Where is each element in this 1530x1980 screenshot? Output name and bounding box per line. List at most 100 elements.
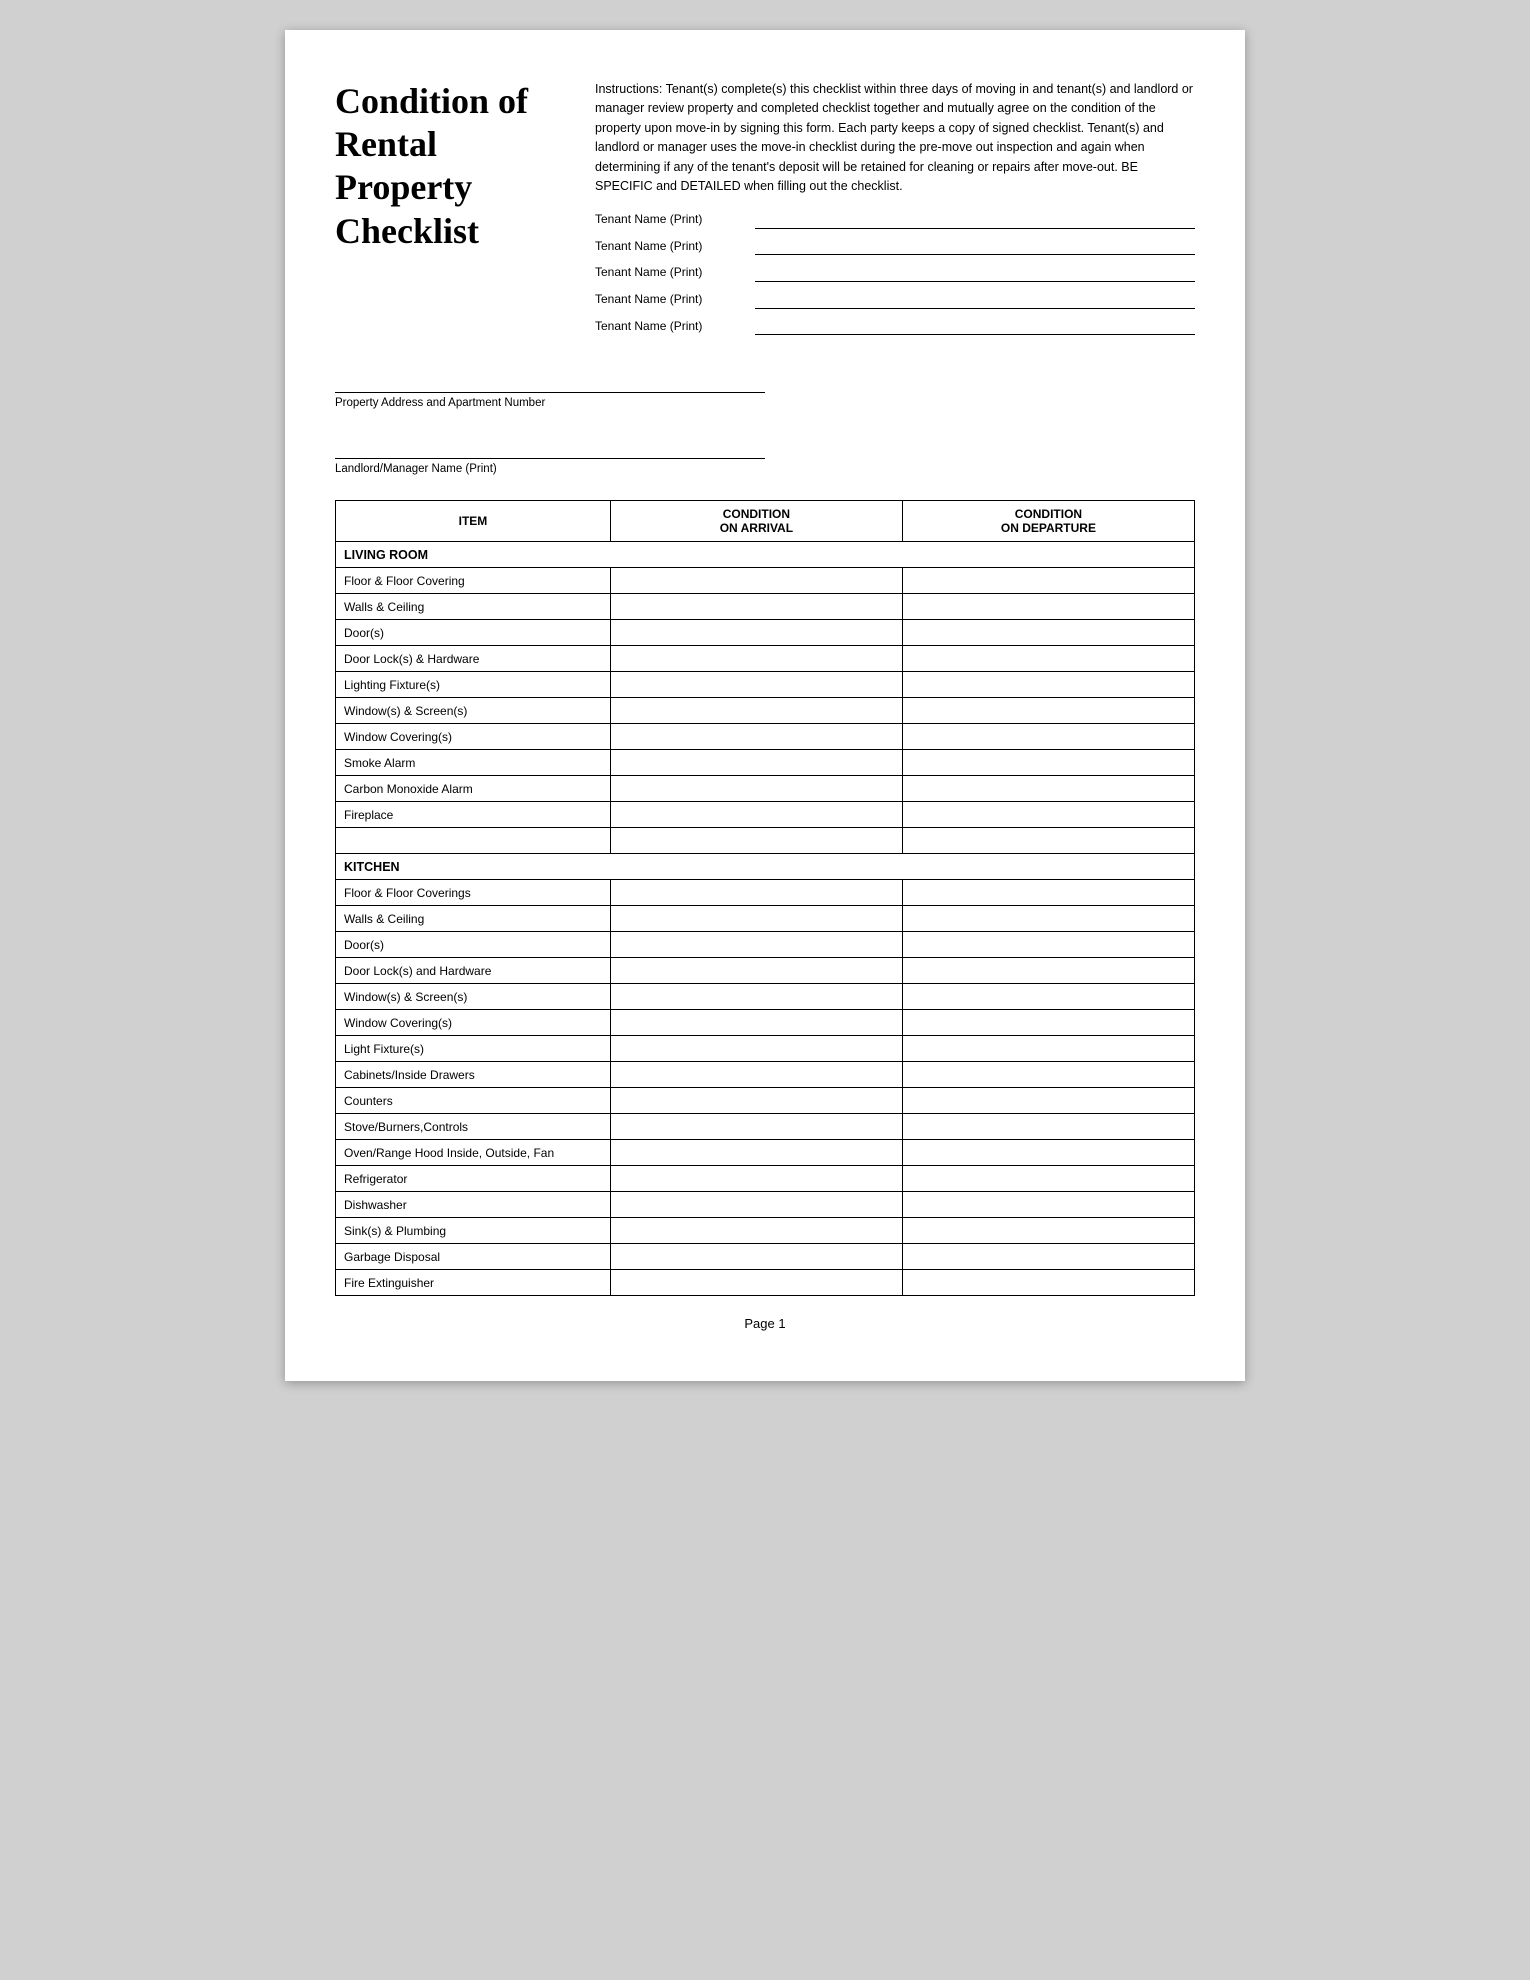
- arrival-cell[interactable]: [610, 698, 902, 724]
- departure-cell[interactable]: [902, 802, 1194, 828]
- departure-cell[interactable]: [902, 1244, 1194, 1270]
- table-row: Door Lock(s) & Hardware: [336, 646, 1195, 672]
- departure-cell[interactable]: [902, 1218, 1194, 1244]
- arrival-cell[interactable]: [610, 1036, 902, 1062]
- table-header-row: ITEM CONDITIONON ARRIVAL CONDITIONON DEP…: [336, 501, 1195, 542]
- departure-cell[interactable]: [902, 828, 1194, 854]
- item-cell: Cabinets/Inside Drawers: [336, 1062, 611, 1088]
- address-input-line[interactable]: [335, 373, 765, 393]
- table-row: Cabinets/Inside Drawers: [336, 1062, 1195, 1088]
- departure-cell[interactable]: [902, 1010, 1194, 1036]
- tenant-line-2[interactable]: [755, 239, 1195, 255]
- arrival-cell[interactable]: [610, 594, 902, 620]
- item-cell: Walls & Ceiling: [336, 906, 611, 932]
- table-row: Sink(s) & Plumbing: [336, 1218, 1195, 1244]
- tenant-line-1[interactable]: [755, 213, 1195, 229]
- checklist-table: ITEM CONDITIONON ARRIVAL CONDITIONON DEP…: [335, 500, 1195, 1296]
- departure-cell[interactable]: [902, 906, 1194, 932]
- arrival-cell[interactable]: [610, 724, 902, 750]
- tenant-line-5[interactable]: [755, 319, 1195, 335]
- table-row: Window(s) & Screen(s): [336, 984, 1195, 1010]
- departure-cell[interactable]: [902, 984, 1194, 1010]
- table-row: Stove/Burners,Controls: [336, 1114, 1195, 1140]
- departure-cell[interactable]: [902, 750, 1194, 776]
- arrival-cell[interactable]: [610, 776, 902, 802]
- departure-cell[interactable]: [902, 672, 1194, 698]
- arrival-cell[interactable]: [610, 1192, 902, 1218]
- table-row: Floor & Floor Coverings: [336, 880, 1195, 906]
- col-departure-header: CONDITIONON DEPARTURE: [902, 501, 1194, 542]
- arrival-cell[interactable]: [610, 568, 902, 594]
- item-cell: Counters: [336, 1088, 611, 1114]
- item-cell: Door Lock(s) and Hardware: [336, 958, 611, 984]
- table-row: Window(s) & Screen(s): [336, 698, 1195, 724]
- arrival-cell[interactable]: [610, 1062, 902, 1088]
- item-cell: Floor & Floor Covering: [336, 568, 611, 594]
- item-cell: Window(s) & Screen(s): [336, 984, 611, 1010]
- departure-cell[interactable]: [902, 880, 1194, 906]
- arrival-cell[interactable]: [610, 620, 902, 646]
- tenant-label-2: Tenant Name (Print): [595, 237, 755, 256]
- departure-cell[interactable]: [902, 646, 1194, 672]
- arrival-cell[interactable]: [610, 1088, 902, 1114]
- table-row: Oven/Range Hood Inside, Outside, Fan: [336, 1140, 1195, 1166]
- departure-cell[interactable]: [902, 1140, 1194, 1166]
- table-row: Light Fixture(s): [336, 1036, 1195, 1062]
- tenant-field-5: Tenant Name (Print): [595, 317, 1195, 336]
- col-item-header: ITEM: [336, 501, 611, 542]
- departure-cell[interactable]: [902, 568, 1194, 594]
- arrival-cell[interactable]: [610, 880, 902, 906]
- tenant-label-1: Tenant Name (Print): [595, 210, 755, 229]
- table-row: Lighting Fixture(s): [336, 672, 1195, 698]
- tenant-label-4: Tenant Name (Print): [595, 290, 755, 309]
- arrival-cell[interactable]: [610, 906, 902, 932]
- item-cell: Floor & Floor Coverings: [336, 880, 611, 906]
- arrival-cell[interactable]: [610, 932, 902, 958]
- document-title: Condition of Rental Property Checklist: [335, 80, 565, 253]
- table-row: Refrigerator: [336, 1166, 1195, 1192]
- table-row: Smoke Alarm: [336, 750, 1195, 776]
- col-arrival-header: CONDITIONON ARRIVAL: [610, 501, 902, 542]
- page: Condition of Rental Property Checklist I…: [285, 30, 1245, 1381]
- instructions-block: Instructions: Tenant(s) complete(s) this…: [595, 80, 1195, 343]
- departure-cell[interactable]: [902, 594, 1194, 620]
- arrival-cell[interactable]: [610, 1166, 902, 1192]
- arrival-cell[interactable]: [610, 1140, 902, 1166]
- table-section-header: LIVING ROOM: [336, 542, 1195, 568]
- departure-cell[interactable]: [902, 1166, 1194, 1192]
- arrival-cell[interactable]: [610, 802, 902, 828]
- arrival-cell[interactable]: [610, 1010, 902, 1036]
- departure-cell[interactable]: [902, 698, 1194, 724]
- arrival-cell[interactable]: [610, 1218, 902, 1244]
- departure-cell[interactable]: [902, 1088, 1194, 1114]
- arrival-cell[interactable]: [610, 958, 902, 984]
- arrival-cell[interactable]: [610, 672, 902, 698]
- arrival-cell[interactable]: [610, 1270, 902, 1296]
- tenant-line-4[interactable]: [755, 293, 1195, 309]
- arrival-cell[interactable]: [610, 984, 902, 1010]
- departure-cell[interactable]: [902, 932, 1194, 958]
- landlord-section: Landlord/Manager Name (Print): [335, 439, 765, 475]
- landlord-input-line[interactable]: [335, 439, 765, 459]
- arrival-cell[interactable]: [610, 828, 902, 854]
- arrival-cell[interactable]: [610, 750, 902, 776]
- departure-cell[interactable]: [902, 1036, 1194, 1062]
- departure-cell[interactable]: [902, 620, 1194, 646]
- arrival-cell[interactable]: [610, 646, 902, 672]
- item-cell: Light Fixture(s): [336, 1036, 611, 1062]
- item-cell: Fire Extinguisher: [336, 1270, 611, 1296]
- arrival-cell[interactable]: [610, 1114, 902, 1140]
- item-cell: Smoke Alarm: [336, 750, 611, 776]
- departure-cell[interactable]: [902, 958, 1194, 984]
- departure-cell[interactable]: [902, 1062, 1194, 1088]
- departure-cell[interactable]: [902, 776, 1194, 802]
- arrival-cell[interactable]: [610, 1244, 902, 1270]
- departure-cell[interactable]: [902, 1192, 1194, 1218]
- departure-cell[interactable]: [902, 1114, 1194, 1140]
- departure-cell[interactable]: [902, 1270, 1194, 1296]
- table-row: Walls & Ceiling: [336, 594, 1195, 620]
- tenant-label-3: Tenant Name (Print): [595, 263, 755, 282]
- table-section-header: KITCHEN: [336, 854, 1195, 880]
- departure-cell[interactable]: [902, 724, 1194, 750]
- tenant-line-3[interactable]: [755, 266, 1195, 282]
